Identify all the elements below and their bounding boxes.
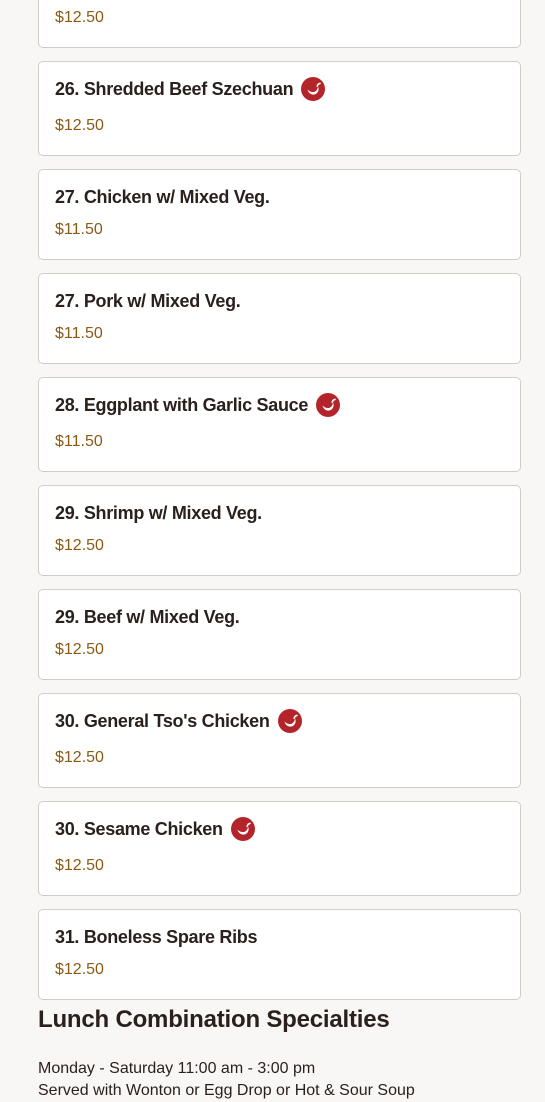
menu-item-price: $11.50 bbox=[55, 221, 103, 238]
menu-item[interactable]: 29. Shrimp w/ Mixed Veg. $12.50 bbox=[38, 485, 521, 576]
menu-item[interactable]: $12.50 bbox=[38, 0, 521, 48]
menu-item-name-row: 27. Chicken w/ Mixed Veg. bbox=[55, 184, 504, 210]
chili-pepper-icon bbox=[277, 709, 302, 733]
menu-item-price: $11.50 bbox=[55, 325, 103, 342]
menu-item-name-row: 29. Beef w/ Mixed Veg. bbox=[55, 604, 504, 630]
menu-item[interactable]: 28. Eggplant with Garlic Sauce $11.50 bbox=[38, 377, 521, 472]
menu-item[interactable]: 30. General Tso's Chicken $12.50 bbox=[38, 693, 521, 788]
menu-item-name: 26. Shredded Beef Szechuan bbox=[55, 78, 294, 99]
menu-item-price: $12.50 bbox=[55, 117, 104, 134]
menu-item-price: $12.50 bbox=[55, 961, 104, 978]
menu-item-name-row: 27. Pork w/ Mixed Veg. bbox=[55, 288, 504, 314]
menu-item-name: 29. Beef w/ Mixed Veg. bbox=[55, 606, 240, 627]
menu-item-name-row: 31. Boneless Spare Ribs bbox=[55, 924, 504, 950]
section-hours: Monday - Saturday 11:00 am - 3:00 pm bbox=[38, 1060, 316, 1077]
lunch-combination-section: Lunch Combination Specialties Monday - S… bbox=[38, 1003, 521, 1102]
menu-item-name: 30. General Tso's Chicken bbox=[55, 710, 270, 731]
menu-item-name: 31. Boneless Spare Ribs bbox=[55, 926, 258, 947]
chili-pepper-icon bbox=[316, 393, 341, 417]
menu-item-name: 30. Sesame Chicken bbox=[55, 818, 223, 839]
chili-pepper-icon bbox=[230, 817, 255, 841]
menu-item[interactable]: 27. Pork w/ Mixed Veg. $11.50 bbox=[38, 273, 521, 364]
menu-item-name: 27. Pork w/ Mixed Veg. bbox=[55, 290, 241, 311]
menu-item[interactable]: 26. Shredded Beef Szechuan $12.50 bbox=[38, 61, 521, 156]
menu-item-name-row: 29. Shrimp w/ Mixed Veg. bbox=[55, 500, 504, 526]
menu-item-name: 29. Shrimp w/ Mixed Veg. bbox=[55, 502, 262, 523]
menu-item-price: $12.50 bbox=[55, 641, 104, 658]
menu-item-price: $12.50 bbox=[55, 857, 104, 874]
menu-item-name-row: 30. General Tso's Chicken bbox=[55, 708, 504, 734]
menu-item-price: $11.50 bbox=[55, 433, 103, 450]
section-served-with: Served with Wonton or Egg Drop or Hot & … bbox=[38, 1082, 415, 1099]
menu-item[interactable]: 30. Sesame Chicken $12.50 bbox=[38, 801, 521, 896]
menu-item[interactable]: 27. Chicken w/ Mixed Veg. $11.50 bbox=[38, 169, 521, 260]
menu-item-name-row: 28. Eggplant with Garlic Sauce bbox=[55, 392, 504, 418]
menu-item-price: $12.50 bbox=[55, 9, 104, 26]
menu-item-price: $12.50 bbox=[55, 749, 104, 766]
menu-item-name: 28. Eggplant with Garlic Sauce bbox=[55, 394, 309, 415]
chili-pepper-icon bbox=[301, 77, 326, 101]
menu-item-list: $12.50 26. Shredded Beef Szechuan $12.50 27… bbox=[38, 0, 521, 1013]
menu-item[interactable]: 29. Beef w/ Mixed Veg. $12.50 bbox=[38, 589, 521, 680]
section-title: Lunch Combination Specialties bbox=[38, 1006, 390, 1033]
menu-item[interactable]: 31. Boneless Spare Ribs $12.50 bbox=[38, 909, 521, 1000]
menu-item-price: $12.50 bbox=[55, 537, 104, 554]
menu-item-name: 27. Chicken w/ Mixed Veg. bbox=[55, 186, 270, 207]
menu-item-name-row: 26. Shredded Beef Szechuan bbox=[55, 76, 504, 102]
menu-item-name-row: 30. Sesame Chicken bbox=[55, 816, 504, 842]
